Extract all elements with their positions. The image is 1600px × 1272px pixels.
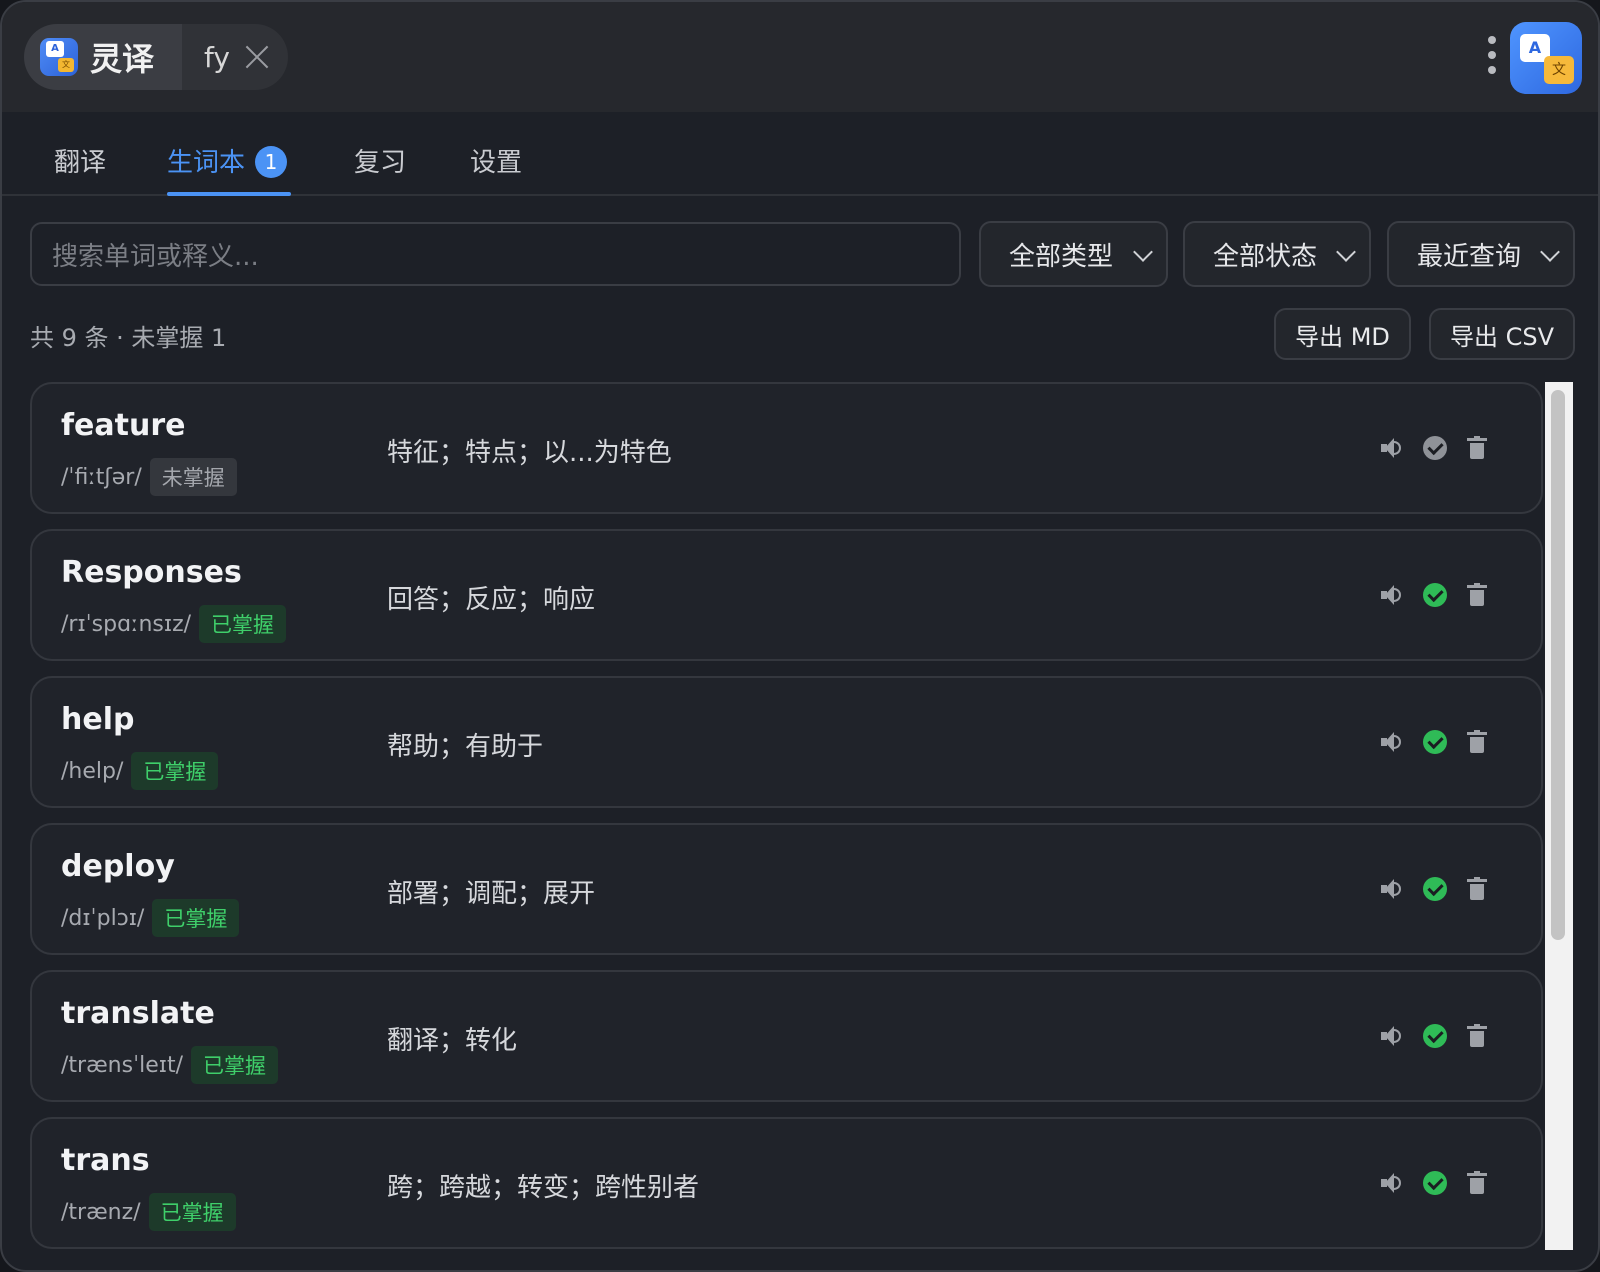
word-card[interactable]: translate /trænsˈleɪt/ 已掌握 翻译；转化 [30, 970, 1543, 1102]
search-input[interactable]: 搜索单词或释义... [30, 222, 961, 286]
phonetic-row: /ˈfiːtʃər/ 未掌握 [61, 458, 237, 496]
word-text: trans [61, 1143, 150, 1178]
phonetic: /trænsˈleɪt/ [61, 1052, 183, 1078]
trash-icon[interactable] [1467, 1024, 1487, 1048]
search-placeholder: 搜索单词或释义... [52, 241, 259, 272]
speaker-icon[interactable] [1379, 583, 1403, 607]
status-badge: 已掌握 [191, 1046, 278, 1084]
export-md-button[interactable]: 导出 MD [1274, 308, 1411, 360]
chevron-down-icon [1133, 242, 1153, 262]
app-name: 灵译 [90, 40, 155, 78]
word-meaning: 跨；跨越；转变；跨性别者 [387, 1173, 700, 1203]
card-actions [1379, 583, 1487, 607]
word-text: feature [61, 408, 186, 443]
tab-vocabulary[interactable]: 生词本 1 [167, 142, 292, 196]
word-text: translate [61, 996, 215, 1031]
tab-label: 设置 [470, 148, 523, 178]
chevron-down-icon [1540, 242, 1560, 262]
word-meaning: 翻译；转化 [387, 1026, 518, 1056]
word-meaning: 部署；调配；展开 [387, 879, 596, 909]
phonetic: /ˈfiːtʃər/ [61, 464, 142, 490]
phonetic-row: /dɪˈplɔɪ/ 已掌握 [61, 899, 240, 937]
scrollbar-thumb[interactable] [1551, 390, 1565, 940]
status-badge: 已掌握 [199, 605, 287, 643]
speaker-icon[interactable] [1379, 436, 1403, 460]
card-actions [1379, 436, 1487, 460]
type-filter-select[interactable]: 全部类型 [979, 221, 1168, 287]
card-actions [1379, 1171, 1487, 1195]
app-title[interactable]: 灵译 [24, 24, 185, 90]
phonetic-row: /trænsˈleɪt/ 已掌握 [61, 1046, 278, 1084]
trash-icon[interactable] [1467, 1171, 1487, 1195]
word-card[interactable]: deploy /dɪˈplɔɪ/ 已掌握 部署；调配；展开 [30, 823, 1543, 955]
app-logo-icon: A 文 [1510, 22, 1582, 94]
phonetic-row: /trænz/ 已掌握 [61, 1193, 236, 1231]
word-card[interactable]: trans /trænz/ 已掌握 跨；跨越；转变；跨性别者 [30, 1117, 1543, 1249]
mark-mastered-icon[interactable] [1423, 1171, 1447, 1195]
app-logo-icon [40, 38, 78, 76]
close-icon[interactable] [244, 44, 270, 70]
select-value: 全部状态 [1213, 241, 1318, 272]
tab-settings[interactable]: 设置 [470, 142, 522, 196]
tab-label: 生词本 [167, 148, 246, 178]
mark-mastered-icon[interactable] [1423, 730, 1447, 754]
count-badge: 1 [255, 146, 288, 178]
trash-icon[interactable] [1467, 730, 1487, 754]
card-actions [1379, 877, 1487, 901]
tab-label: 复习 [354, 148, 407, 178]
word-text: Responses [61, 555, 242, 590]
mark-mastered-icon[interactable] [1423, 1024, 1447, 1048]
word-card[interactable]: help /help/ 已掌握 帮助；有助于 [30, 676, 1543, 808]
word-text: deploy [61, 849, 175, 884]
status-badge: 未掌握 [149, 458, 237, 496]
status-badge: 已掌握 [148, 1193, 236, 1231]
mark-mastered-icon[interactable] [1423, 877, 1447, 901]
phonetic: /dɪˈplɔɪ/ [61, 905, 145, 931]
app-tab-pill: 灵译 fy [24, 24, 288, 90]
export-csv-button[interactable]: 导出 CSV [1429, 308, 1575, 360]
word-list: feature /ˈfiːtʃər/ 未掌握 特征；特点；以...为特色 Res… [30, 382, 1543, 1252]
scrollbar[interactable] [1545, 382, 1573, 1250]
tab-review[interactable]: 复习 [354, 142, 406, 196]
card-actions [1379, 730, 1487, 754]
phonetic: /trænz/ [61, 1199, 141, 1225]
sort-select[interactable]: 最近查询 [1387, 221, 1575, 287]
tab-label: 翻译 [54, 148, 107, 178]
speaker-icon[interactable] [1379, 877, 1403, 901]
trash-icon[interactable] [1467, 583, 1487, 607]
mark-mastered-icon[interactable] [1423, 436, 1447, 460]
speaker-icon[interactable] [1379, 1171, 1403, 1195]
more-options-icon[interactable] [1488, 36, 1498, 78]
phonetic-row: /help/ 已掌握 [61, 752, 219, 790]
title-bar: 灵译 fy A 文 [2, 2, 1598, 112]
tab-translate[interactable]: 翻译 [54, 142, 106, 196]
speaker-icon[interactable] [1379, 1024, 1403, 1048]
word-card[interactable]: Responses /rɪˈspɑːnsɪz/ 已掌握 回答；反应；响应 [30, 529, 1543, 661]
status-badge: 已掌握 [152, 899, 240, 937]
word-meaning: 帮助；有助于 [387, 732, 544, 762]
phonetic: /help/ [61, 758, 124, 784]
select-value: 最近查询 [1417, 241, 1522, 272]
trash-icon[interactable] [1467, 877, 1487, 901]
phonetic-row: /rɪˈspɑːnsɪz/ 已掌握 [61, 605, 287, 643]
session-tab-label: fy [204, 40, 230, 74]
word-card[interactable]: feature /ˈfiːtʃər/ 未掌握 特征；特点；以...为特色 [30, 382, 1543, 514]
status-badge: 已掌握 [131, 752, 219, 790]
word-meaning: 特征；特点；以...为特色 [387, 438, 672, 468]
card-actions [1379, 1024, 1487, 1048]
tab-bar: 翻译 生词本 1 复习 设置 [2, 112, 1598, 196]
mark-mastered-icon[interactable] [1423, 583, 1447, 607]
word-text: help [61, 702, 135, 737]
app-window: 灵译 fy A 文 翻译 生词本1 复习 设置 搜索单词或释义... 全部 [0, 0, 1600, 1272]
status-filter-select[interactable]: 全部状态 [1183, 221, 1371, 287]
list-summary: 共 9 条 · 未掌握 1 [30, 324, 227, 352]
speaker-icon[interactable] [1379, 730, 1403, 754]
trash-icon[interactable] [1467, 436, 1487, 460]
word-meaning: 回答；反应；响应 [387, 585, 596, 615]
phonetic: /rɪˈspɑːnsɪz/ [61, 611, 192, 637]
select-value: 全部类型 [1009, 241, 1114, 272]
session-tab[interactable]: fy [182, 24, 288, 90]
chevron-down-icon [1336, 242, 1356, 262]
